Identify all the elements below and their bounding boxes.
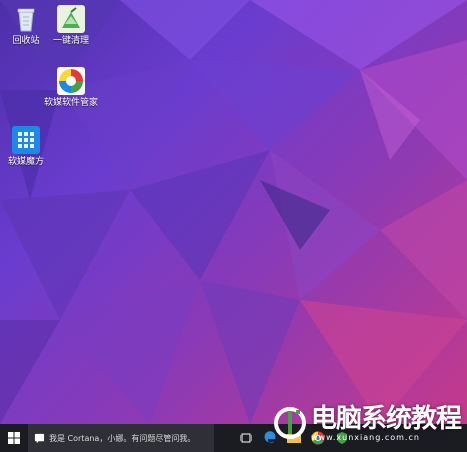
software-manager-icon [57, 67, 85, 95]
rubik-cube-icon [12, 126, 40, 154]
task-view-icon [240, 433, 252, 443]
desktop-icon-software-manager[interactable]: 软媒软件管家 [42, 66, 100, 109]
watermark-url: www.xunxiang.com.cn [310, 432, 420, 442]
start-button[interactable] [0, 424, 28, 452]
cortana-icon [34, 433, 45, 443]
broom-icon [57, 5, 85, 33]
watermark-text: 电脑系统教程 [310, 403, 462, 434]
search-placeholder: 我是 Cortana，小娜。有问题尽管问我。 [49, 433, 196, 443]
desktop-icon-rubik-cube[interactable]: 软媒魔方 [0, 125, 55, 168]
site-watermark: 电脑系统教程 www.xunxiang.com.cn [273, 400, 462, 446]
cortana-search-box[interactable]: 我是 Cortana，小娜。有问题尽管问我。 [28, 424, 214, 452]
wallpaper [0, 0, 467, 424]
desktop-icon-one-click-clean[interactable]: 一键清理 [42, 4, 100, 47]
desktop-icon-label: 软媒软件管家 [43, 98, 98, 108]
desktop-icon-label: 一键清理 [52, 36, 89, 46]
windows-logo-icon [8, 432, 20, 444]
recycle-bin-icon [17, 8, 35, 32]
task-view-button[interactable] [234, 424, 258, 452]
desktop-icon-label: 软媒魔方 [7, 157, 44, 167]
desktop: 回收站 一键清理 软媒软件管家 软媒魔方 [0, 0, 467, 424]
watermark-logo-icon [273, 407, 306, 439]
